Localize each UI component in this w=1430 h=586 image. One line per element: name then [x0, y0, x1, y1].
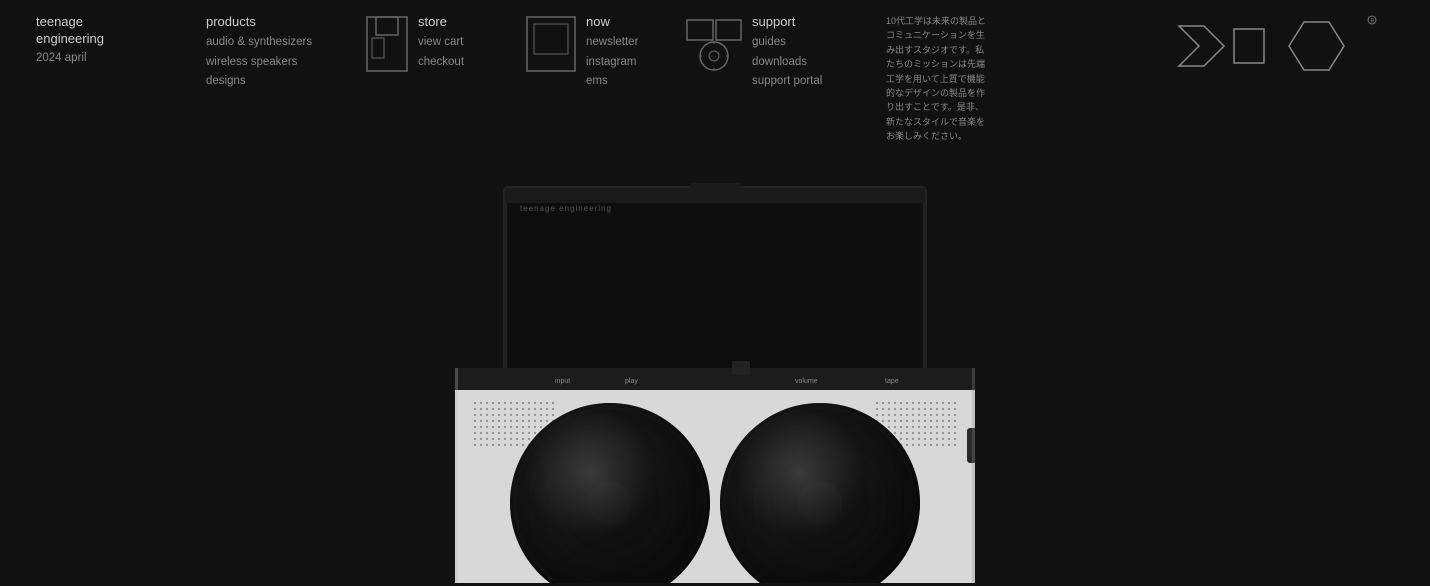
products-title[interactable]: products [206, 14, 334, 29]
nav-products: products audio & synthesizers wireless s… [190, 10, 350, 96]
support-icon [686, 16, 742, 75]
now-title[interactable]: now [586, 14, 638, 29]
store-content: store view cart checkout [418, 14, 464, 72]
nav-downloads[interactable]: downloads [752, 53, 822, 73]
support-content: support guides downloads support portal [752, 14, 822, 92]
nav-instagram[interactable]: instagram [586, 53, 638, 73]
now-items: newsletter instagram ems [586, 33, 638, 92]
logo-svg: R [1174, 14, 1394, 79]
svg-text:R: R [1371, 19, 1375, 25]
nav-wireless-speakers[interactable]: wireless speakers [206, 53, 334, 73]
store-items: view cart checkout [418, 33, 464, 72]
products-items: audio & synthesizers wireless speakers d… [206, 33, 334, 92]
store-icon [366, 16, 408, 75]
nav-newsletter[interactable]: newsletter [586, 33, 638, 53]
brand-date: 2024 april [36, 52, 174, 64]
nav-ems[interactable]: ems [586, 72, 638, 92]
svg-text:teenage engineering: teenage engineering [520, 204, 612, 213]
nav-guides[interactable]: guides [752, 33, 822, 53]
support-title[interactable]: support [752, 14, 822, 29]
nav-support: support guides downloads support portal [670, 10, 870, 96]
store-title[interactable]: store [418, 14, 464, 29]
brand-section: teenage engineering 2024 april [20, 10, 190, 68]
nav-store: store view cart checkout [350, 10, 510, 79]
logo-shapes: R [1158, 10, 1410, 83]
speaker-container: teenage engineering input play volume ta… [455, 183, 975, 583]
svg-text:play: play [625, 378, 638, 385]
nav-checkout[interactable]: checkout [418, 53, 464, 73]
nav-designs[interactable]: designs [206, 72, 334, 92]
now-content: now newsletter instagram ems [586, 14, 638, 92]
support-items: guides downloads support portal [752, 33, 822, 92]
now-icon [526, 16, 576, 75]
svg-text:input: input [555, 378, 570, 385]
svg-text:tape: tape [885, 378, 899, 385]
brand-name[interactable]: teenage engineering [36, 14, 174, 48]
nav-view-cart[interactable]: view cart [418, 33, 464, 53]
nav-now: now newsletter instagram ems [510, 10, 670, 96]
japanese-section: 10代工学は未来の製品とコミュニケーションを生み出すスタジオです。私たちのミッシ… [870, 10, 1050, 148]
japanese-text: 10代工学は未来の製品とコミュニケーションを生み出すスタジオです。私たちのミッシ… [886, 14, 986, 144]
nav-support-portal[interactable]: support portal [752, 72, 822, 92]
nav-audio-synthesizers[interactable]: audio & synthesizers [206, 33, 334, 53]
svg-text:volume: volume [795, 378, 818, 385]
speaker-device: teenage engineering input play volume ta… [455, 183, 975, 583]
